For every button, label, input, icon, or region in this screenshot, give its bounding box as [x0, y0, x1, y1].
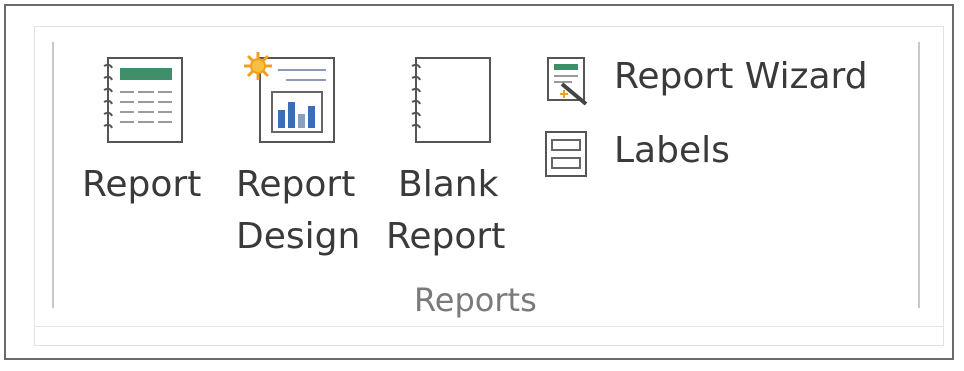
report-wizard-button[interactable]: Report Wizard [542, 50, 882, 108]
report-wizard-icon [542, 54, 594, 110]
report-icon [100, 52, 190, 150]
labels-label: Labels [614, 130, 730, 171]
report-design-icon [238, 48, 338, 150]
report-design-button[interactable]: Report Design [232, 48, 372, 273]
group-label-reports: Reports [414, 281, 537, 319]
report-design-label-line1: Report [236, 164, 356, 205]
ribbon-bottom-divider [34, 326, 944, 327]
group-separator-left [52, 42, 54, 308]
report-button[interactable]: Report [72, 48, 222, 218]
blank-report-button[interactable]: Blank Report [384, 48, 524, 273]
report-wizard-label: Report Wizard [614, 56, 868, 97]
blank-report-icon [408, 52, 498, 150]
blank-report-label-line1: Blank [398, 164, 499, 205]
labels-button[interactable]: Labels [542, 124, 742, 182]
group-separator-right [918, 42, 920, 308]
labels-icon [542, 128, 594, 184]
report-design-label-line2: Design [236, 216, 361, 257]
blank-report-label-line2: Report [386, 216, 506, 257]
report-button-label: Report [82, 164, 202, 205]
